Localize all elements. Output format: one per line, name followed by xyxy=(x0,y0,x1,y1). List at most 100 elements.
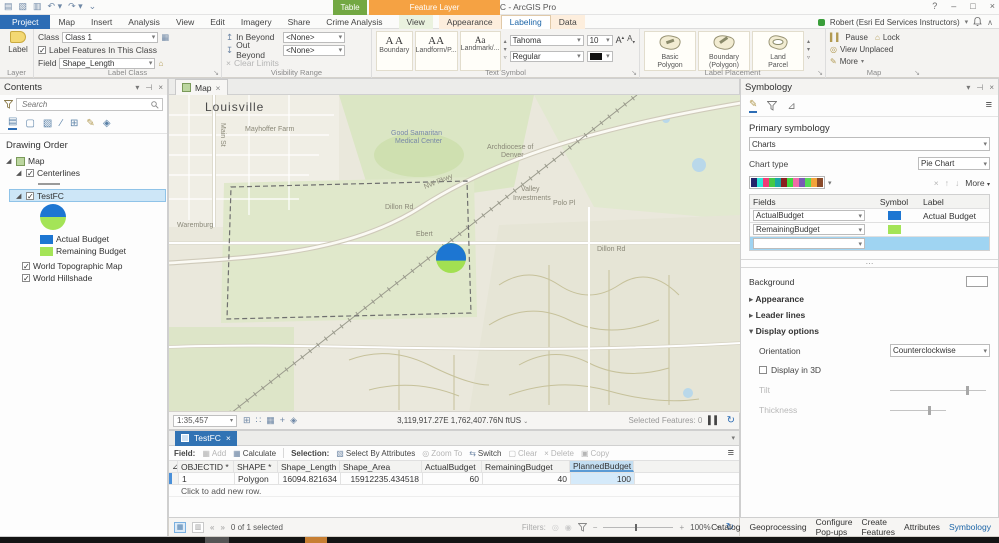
hillshade-checkbox[interactable]: ✓ xyxy=(22,274,30,282)
color-scheme-combo[interactable] xyxy=(749,176,825,189)
user-menu-caret-icon[interactable]: ▾ xyxy=(965,18,969,26)
vary-symbology-funnel-icon[interactable] xyxy=(767,101,777,111)
symbology-close-icon[interactable]: × xyxy=(989,83,994,92)
notifications-bell-icon[interactable] xyxy=(973,17,982,27)
list-by-data-source-icon[interactable]: ▢ xyxy=(25,118,34,129)
field-combo-new[interactable]: ▾ xyxy=(753,238,865,249)
refresh-map-icon[interactable]: ↻ xyxy=(727,415,735,426)
tab-data[interactable]: Data xyxy=(551,15,585,29)
col-objectid[interactable]: OBJECTID * xyxy=(178,461,234,472)
text-symbol-launcher-icon[interactable]: ↘ xyxy=(631,69,637,77)
label-button[interactable]: Label xyxy=(4,31,32,54)
select-by-attributes-button[interactable]: ▧Select By Attributes xyxy=(336,449,415,458)
contents-pin-icon[interactable]: ⊣ xyxy=(145,83,152,92)
tab-imagery[interactable]: Imagery xyxy=(233,15,280,29)
delete-selection-button[interactable]: ×Delete xyxy=(544,449,574,458)
user-account[interactable]: Robert (Esri Ed Services Instructors) xyxy=(830,18,960,27)
label-class-launcher-icon[interactable]: ↘ xyxy=(213,69,219,77)
map-tab-close-icon[interactable]: × xyxy=(216,83,221,93)
contents-close-icon[interactable]: × xyxy=(158,83,163,92)
tilt-slider[interactable] xyxy=(890,386,986,395)
placement-gallery-spinner[interactable]: ▴▾▿ xyxy=(806,31,811,67)
layer-item-world-hillshade[interactable]: ✓ World Hillshade xyxy=(0,272,167,284)
clear-selection-button[interactable]: ▢Clear xyxy=(508,449,537,458)
primary-symbology-tab-icon[interactable]: ✎ xyxy=(749,99,757,113)
symbology-options-menu-icon[interactable]: ≡ xyxy=(986,99,992,111)
minimize-button[interactable]: – xyxy=(951,1,956,11)
link-catalog[interactable]: Catalog xyxy=(711,522,740,532)
chart-type-combo[interactable]: Pie Chart▾ xyxy=(918,157,990,170)
layer-item-world-topographic-map[interactable]: ✓ World Topographic Map xyxy=(0,260,167,272)
section-appearance[interactable]: ▸ Appearance xyxy=(741,289,998,305)
list-by-charts-icon[interactable]: ◈ xyxy=(103,118,111,129)
filter-icon[interactable] xyxy=(4,100,13,109)
placement-gallery-basic-polygon[interactable]: BasicPolygon xyxy=(644,31,696,71)
pause-button[interactable]: Pause xyxy=(845,33,868,42)
in-beyond-combo[interactable]: <None>▾ xyxy=(283,32,345,43)
testfc-table-tab[interactable]: TestFC × xyxy=(175,431,237,446)
flash-location-icon[interactable]: ⊞ xyxy=(243,415,251,426)
label-placement-launcher-icon[interactable]: ↘ xyxy=(817,69,823,77)
filter-selected-icon[interactable]: ◎ xyxy=(552,523,559,532)
more-button[interactable]: More xyxy=(840,57,858,66)
section-display-options[interactable]: ▾ Display options xyxy=(741,321,998,337)
label-class-options-icon[interactable]: ▦ xyxy=(161,32,169,43)
grid-icon[interactable]: ∷ xyxy=(256,415,262,426)
field-combo-remaining[interactable]: RemainingBudget▾ xyxy=(753,224,865,235)
field-row-new[interactable]: ▾ xyxy=(750,236,989,250)
help-button[interactable]: ? xyxy=(932,1,937,11)
map-canvas[interactable]: Louisville Mayhoffer Farm Good Samaritan… xyxy=(169,95,741,413)
thickness-slider[interactable] xyxy=(890,406,986,415)
text-symbol-gallery-boundary[interactable]: A A Boundary xyxy=(376,31,413,71)
link-configure-popups[interactable]: Configure Pop-ups xyxy=(816,517,853,537)
tab-share[interactable]: Share xyxy=(280,15,319,29)
section-leader-lines[interactable]: ▸ Leader lines xyxy=(741,305,998,321)
pause-drawing-icon[interactable]: ▍▍ xyxy=(708,416,720,425)
text-symbol-gallery-landmark[interactable]: Aa Landmark/... xyxy=(460,31,501,71)
col-shape-length[interactable]: Shape_Length xyxy=(278,461,340,472)
text-symbol-gallery-spinner[interactable]: ▴▾▿ xyxy=(503,31,508,67)
out-beyond-combo[interactable]: <None>▾ xyxy=(283,45,345,56)
testfc-pie-symbol[interactable] xyxy=(40,204,66,230)
font-style-combo[interactable]: Regular▾ xyxy=(510,51,584,62)
table-view-icon[interactable]: ▦ xyxy=(174,522,186,533)
table-zoom-slider[interactable] xyxy=(603,523,673,532)
tab-edit[interactable]: Edit xyxy=(202,15,233,29)
panel-splitter[interactable]: ⋯ xyxy=(741,259,998,268)
crosshair-icon[interactable]: + xyxy=(280,415,285,426)
copy-selection-button[interactable]: ▣Copy xyxy=(581,449,609,458)
centerlines-checkbox[interactable]: ✓ xyxy=(26,169,34,177)
table-tab-list-caret-icon[interactable]: ▾ xyxy=(731,434,735,442)
field-combo-actual[interactable]: ActualBudget▾ xyxy=(753,210,865,221)
symbology-menu-icon[interactable]: ▾ xyxy=(966,83,970,92)
table-menu-icon[interactable]: ≡ xyxy=(728,447,734,459)
col-actual-budget[interactable]: ActualBudget xyxy=(422,461,482,472)
contents-menu-icon[interactable]: ▾ xyxy=(135,83,139,92)
placement-gallery-boundary-polygon[interactable]: Boundary(Polygon) xyxy=(698,31,750,71)
form-view-icon[interactable]: ▥ xyxy=(192,522,204,533)
col-remaining-budget[interactable]: RemainingBudget xyxy=(482,461,570,472)
last-record-icon[interactable]: » xyxy=(220,523,224,532)
layout-icon[interactable]: ▦ xyxy=(266,415,275,426)
remaining-symbol-swatch[interactable] xyxy=(888,225,901,234)
actual-symbol-swatch[interactable] xyxy=(888,211,901,220)
remove-field-icon[interactable]: × xyxy=(934,178,939,188)
tab-project[interactable]: Project xyxy=(0,15,50,29)
label-features-checkbox[interactable]: ✓ xyxy=(38,46,46,54)
collapse-ribbon-icon[interactable]: ∧ xyxy=(987,18,993,27)
filter-funnel-icon[interactable] xyxy=(578,523,587,532)
link-create-features[interactable]: Create Features xyxy=(861,517,895,537)
list-by-editing-icon[interactable]: ∕ xyxy=(60,118,62,129)
layer-item-centerlines[interactable]: ◢✓ Centerlines xyxy=(0,167,167,179)
actual-label-cell[interactable]: Actual Budget xyxy=(920,211,989,221)
list-by-labeling-icon[interactable]: ✎ xyxy=(86,118,94,129)
maximize-button[interactable]: □ xyxy=(970,1,975,11)
placement-gallery-land-parcel[interactable]: LandParcel xyxy=(752,31,804,71)
contents-search[interactable] xyxy=(16,98,163,111)
calculate-button[interactable]: ▦Calculate xyxy=(233,449,276,458)
zoom-percent[interactable]: 100% xyxy=(690,523,710,532)
move-down-icon[interactable]: ↓ xyxy=(955,178,959,188)
tab-map[interactable]: Map xyxy=(50,15,83,29)
orientation-combo[interactable]: Counterclockwise▾ xyxy=(890,344,990,357)
display-in-3d-checkbox[interactable]: ✓ xyxy=(759,366,767,374)
